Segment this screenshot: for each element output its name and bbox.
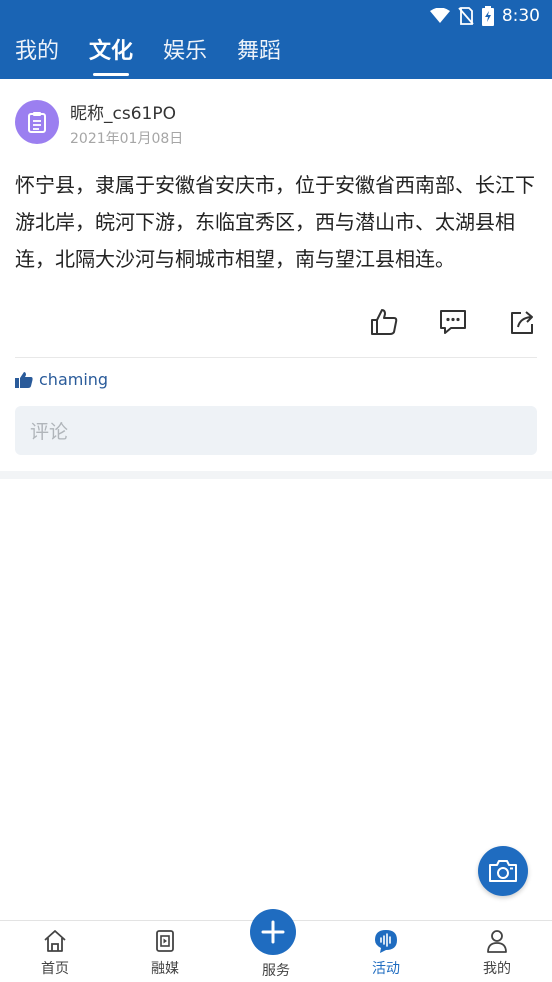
thumbs-up-icon bbox=[371, 309, 398, 335]
nav-service-label: 服务 bbox=[262, 963, 290, 979]
activity-icon bbox=[375, 930, 397, 953]
share-button[interactable] bbox=[507, 307, 539, 339]
thumbs-up-filled-icon bbox=[15, 371, 33, 388]
plus-icon bbox=[261, 920, 285, 944]
divider bbox=[15, 357, 537, 358]
service-fab[interactable] bbox=[250, 909, 296, 955]
avatar[interactable] bbox=[15, 100, 59, 144]
section-divider bbox=[0, 471, 552, 479]
battery-charging-icon bbox=[481, 6, 494, 26]
comment-button[interactable] bbox=[438, 307, 470, 339]
no-sim-icon bbox=[458, 7, 474, 25]
nav-home[interactable]: 首页 bbox=[0, 921, 110, 982]
post-actions bbox=[0, 307, 552, 339]
camera-button[interactable] bbox=[478, 846, 528, 896]
wifi-icon bbox=[429, 8, 450, 23]
status-bar: 8:30 bbox=[0, 0, 552, 32]
category-tab-bar: 我的 文化 娱乐 舞蹈 bbox=[0, 32, 552, 79]
post-content: 怀宁县，隶属于安徽省安庆市，位于安徽省西南部、长江下游北岸，皖河下游，东临宜秀区… bbox=[15, 173, 535, 271]
nav-profile[interactable]: 我的 bbox=[442, 921, 552, 982]
home-icon bbox=[44, 930, 66, 952]
tab-entertainment[interactable]: 娱乐 bbox=[163, 32, 207, 79]
nav-profile-label: 我的 bbox=[483, 961, 511, 977]
tab-mine[interactable]: 我的 bbox=[15, 32, 59, 79]
bottom-navigation: 首页 融媒 服务 活动 我的 bbox=[0, 909, 552, 982]
status-time: 8:30 bbox=[501, 6, 540, 26]
nav-home-label: 首页 bbox=[41, 961, 69, 977]
user-icon bbox=[487, 930, 507, 953]
share-icon bbox=[511, 311, 533, 334]
nav-media[interactable]: 融媒 bbox=[110, 921, 220, 982]
tab-culture[interactable]: 文化 bbox=[89, 32, 133, 79]
likes-row: chaming bbox=[15, 370, 108, 389]
nav-service[interactable]: 服务 bbox=[221, 909, 331, 982]
post-date: 2021年01月08日 bbox=[70, 131, 184, 147]
tab-dance[interactable]: 舞蹈 bbox=[237, 32, 281, 79]
comment-input[interactable]: 评论 bbox=[15, 406, 537, 455]
post-author-name[interactable]: 昵称_cs61PO bbox=[70, 99, 176, 124]
like-button[interactable] bbox=[369, 307, 401, 339]
nav-media-label: 融媒 bbox=[151, 961, 179, 977]
camera-icon bbox=[489, 860, 517, 882]
comment-icon bbox=[440, 310, 466, 334]
likes-names[interactable]: chaming bbox=[39, 370, 108, 389]
media-icon bbox=[156, 930, 174, 952]
clipboard-icon bbox=[28, 112, 46, 133]
nav-activity[interactable]: 活动 bbox=[331, 921, 441, 982]
nav-activity-label: 活动 bbox=[372, 961, 400, 977]
